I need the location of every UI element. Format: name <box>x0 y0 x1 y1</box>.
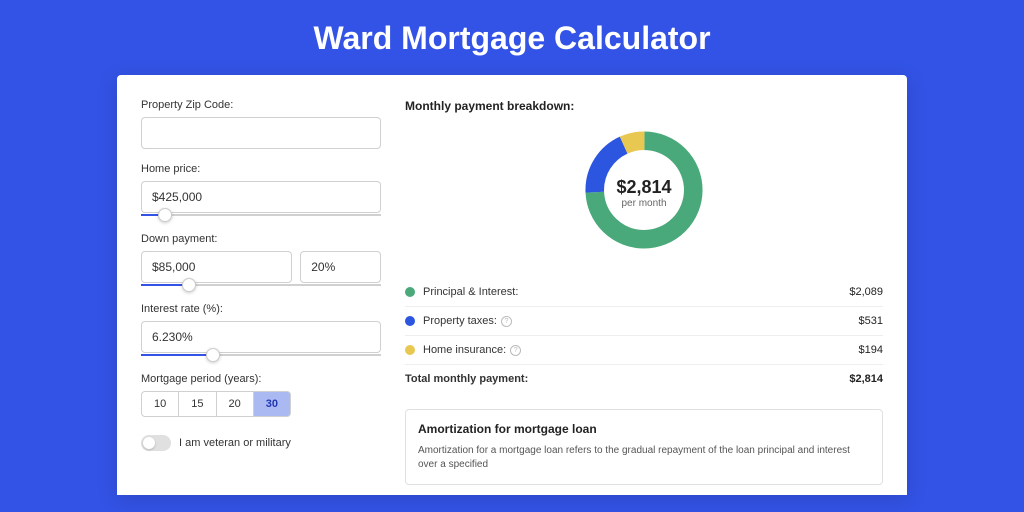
legend-value: $2,089 <box>849 286 883 298</box>
donut-sub: per month <box>616 198 671 209</box>
down-slider[interactable] <box>141 281 381 289</box>
legend-row-principal: Principal & Interest: $2,089 <box>405 278 883 307</box>
donut-center: $2,814 per month <box>616 177 671 209</box>
period-btn-20[interactable]: 20 <box>217 391 254 417</box>
total-value: $2,814 <box>849 373 883 385</box>
down-label: Down payment: <box>141 233 381 245</box>
donut-chart: $2,814 per month <box>579 125 709 260</box>
legend-dot-icon <box>405 316 415 326</box>
rate-input[interactable] <box>141 321 381 353</box>
price-input[interactable] <box>141 181 381 213</box>
down-amount-input[interactable] <box>141 251 292 283</box>
total-label: Total monthly payment: <box>405 373 849 385</box>
veteran-label: I am veteran or military <box>179 437 291 449</box>
price-label: Home price: <box>141 163 381 175</box>
slider-thumb[interactable] <box>158 208 172 222</box>
zip-field: Property Zip Code: <box>141 99 381 149</box>
breakdown-title: Monthly payment breakdown: <box>405 99 883 113</box>
legend-row-insurance: Home insurance: ? $194 <box>405 336 883 365</box>
calculator-card: Property Zip Code: Home price: Down paym… <box>117 75 907 495</box>
slider-thumb[interactable] <box>206 348 220 362</box>
rate-field: Interest rate (%): <box>141 303 381 359</box>
legend-label: Home insurance: ? <box>423 344 859 356</box>
amortization-box: Amortization for mortgage loan Amortizat… <box>405 409 883 485</box>
legend-value: $531 <box>859 315 883 327</box>
info-icon[interactable]: ? <box>510 345 521 356</box>
down-field: Down payment: <box>141 233 381 289</box>
period-btn-10[interactable]: 10 <box>141 391 179 417</box>
period-btn-15[interactable]: 15 <box>179 391 216 417</box>
period-label: Mortgage period (years): <box>141 373 381 385</box>
slider-thumb[interactable] <box>182 278 196 292</box>
legend-value: $194 <box>859 344 883 356</box>
down-percent-input[interactable] <box>300 251 381 283</box>
period-btn-30[interactable]: 30 <box>254 391 291 417</box>
veteran-toggle[interactable] <box>141 435 171 451</box>
price-slider[interactable] <box>141 211 381 219</box>
breakdown-column: Monthly payment breakdown: $2,814 per mo… <box>405 99 883 495</box>
period-button-group: 10 15 20 30 <box>141 391 381 417</box>
page-title: Ward Mortgage Calculator <box>0 0 1024 75</box>
form-column: Property Zip Code: Home price: Down paym… <box>141 99 381 495</box>
legend: Principal & Interest: $2,089 Property ta… <box>405 278 883 393</box>
legend-row-taxes: Property taxes: ? $531 <box>405 307 883 336</box>
legend-label: Property taxes: ? <box>423 315 859 327</box>
legend-row-total: Total monthly payment: $2,814 <box>405 365 883 393</box>
amortization-body: Amortization for a mortgage loan refers … <box>418 444 870 472</box>
veteran-toggle-row: I am veteran or military <box>141 435 381 451</box>
price-field: Home price: <box>141 163 381 219</box>
zip-label: Property Zip Code: <box>141 99 381 111</box>
period-field: Mortgage period (years): 10 15 20 30 <box>141 373 381 417</box>
legend-dot-icon <box>405 287 415 297</box>
legend-label: Principal & Interest: <box>423 286 849 298</box>
zip-input[interactable] <box>141 117 381 149</box>
legend-dot-icon <box>405 345 415 355</box>
amortization-title: Amortization for mortgage loan <box>418 422 870 436</box>
info-icon[interactable]: ? <box>501 316 512 327</box>
donut-amount: $2,814 <box>616 177 671 198</box>
donut-chart-wrap: $2,814 per month <box>405 125 883 260</box>
rate-label: Interest rate (%): <box>141 303 381 315</box>
rate-slider[interactable] <box>141 351 381 359</box>
